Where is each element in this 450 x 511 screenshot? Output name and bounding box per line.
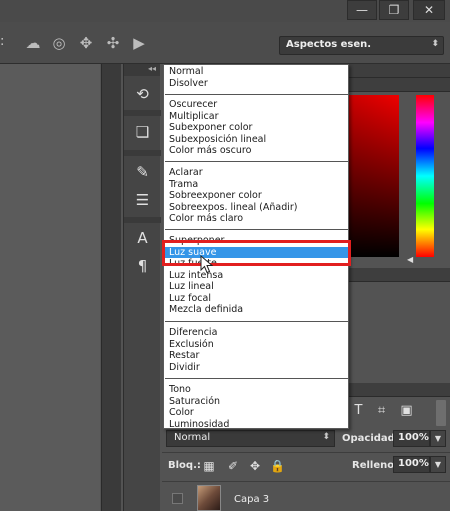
type-filter-icon[interactable]: T — [351, 403, 366, 418]
blend-option-sobreexpos-lineal[interactable]: Sobreexpos. lineal (Añadir) — [165, 202, 348, 214]
options-colon: : — [0, 34, 5, 49]
blend-option-sobreexponer-color[interactable]: Sobreexponer color — [165, 190, 348, 202]
blend-option-subexponer-color[interactable]: Subexponer color — [165, 122, 348, 134]
layers-panel-header — [348, 383, 450, 397]
lock-transparency-icon[interactable]: ▦ — [202, 459, 216, 473]
menu-separator — [165, 321, 348, 322]
fill-dropdown-button[interactable]: ▼ — [430, 456, 446, 473]
menu-separator — [165, 94, 348, 95]
fill-input[interactable]: 100% — [393, 456, 430, 473]
opacity-label: Opacidad: — [342, 433, 399, 444]
blend-option-diferencia[interactable]: Diferencia — [165, 327, 348, 339]
blend-option-restar[interactable]: Restar — [165, 350, 348, 362]
dock-separator — [124, 110, 161, 116]
opacity-dropdown-button[interactable]: ▼ — [430, 430, 446, 447]
canvas-area — [0, 64, 100, 511]
lock-all-icon[interactable]: 🔒 — [270, 459, 285, 473]
blend-option-color[interactable]: Color — [165, 407, 348, 419]
layer-thumbnail — [197, 485, 221, 511]
blend-option-luminosidad[interactable]: Luminosidad — [165, 419, 348, 431]
brush-presets-icon[interactable]: ✎ — [129, 160, 156, 184]
filter-toggle[interactable] — [436, 400, 446, 426]
hue-slider-arrow-icon[interactable]: ◀ — [407, 255, 413, 264]
history-icon[interactable]: ⟲ — [129, 82, 156, 106]
blend-option-color-mas-claro[interactable]: Color más claro — [165, 213, 348, 225]
shape-filter-icon[interactable]: ⌗ — [374, 403, 389, 418]
blend-option-mezcla-definida[interactable]: Mezcla definida — [165, 304, 348, 316]
blend-mode-value: Normal — [174, 432, 211, 443]
blend-option-saturacion[interactable]: Saturación — [165, 396, 348, 408]
minimize-button[interactable]: — — [347, 0, 377, 20]
blend-option-dividir[interactable]: Dividir — [165, 362, 348, 374]
collapse-arrows-icon[interactable]: ◂◂ — [124, 64, 160, 76]
swatches-panel-header — [348, 268, 450, 282]
menu-separator — [165, 161, 348, 162]
adjustments-icon[interactable]: ☰ — [129, 188, 156, 212]
blend-option-subexposicion-lineal[interactable]: Subexposición lineal — [165, 134, 348, 146]
character-icon[interactable]: A — [129, 226, 156, 250]
panel-top-bar — [348, 64, 450, 78]
options-bar: : ☁ ◎ ✥ ✣ ▶ Aspectos esen. ⬍ — [0, 22, 450, 64]
dock-separator — [124, 150, 161, 156]
dock-separator — [124, 217, 161, 223]
color-picker-field[interactable] — [349, 95, 399, 257]
lock-position-icon[interactable]: ✥ — [248, 459, 262, 473]
blend-option-luz-lineal[interactable]: Luz lineal — [165, 281, 348, 293]
blend-option-luz-intensa[interactable]: Luz intensa — [165, 270, 348, 282]
camera-icon[interactable]: ▶ — [130, 34, 148, 52]
chevron-updown-icon: ⬍ — [431, 39, 439, 49]
workspace-label: Aspectos esen. — [286, 39, 372, 50]
blend-option-aclarar[interactable]: Aclarar — [165, 167, 348, 179]
adjustments-panel — [348, 282, 450, 382]
mouse-cursor-icon — [200, 255, 214, 274]
highlight-frame — [162, 240, 351, 266]
cloud-icon[interactable]: ☁ — [24, 34, 42, 52]
layer-filter-icons: T ⌗ ▣ — [348, 398, 450, 424]
blend-option-tono[interactable]: Tono — [165, 384, 348, 396]
blend-option-oscurecer[interactable]: Oscurecer — [165, 99, 348, 111]
layer-row[interactable]: Capa 3 — [162, 481, 450, 511]
smart-object-filter-icon[interactable]: ▣ — [399, 403, 414, 418]
blend-option-color-mas-oscuro[interactable]: Color más oscuro — [165, 145, 348, 157]
workspace-select[interactable]: Aspectos esen. ⬍ — [279, 36, 444, 55]
3d-icon[interactable]: ❏ — [129, 120, 156, 144]
document-edge — [101, 64, 121, 511]
opacity-input[interactable]: 100% — [393, 430, 430, 447]
target-icon[interactable]: ◎ — [50, 34, 68, 52]
move-cross-icon[interactable]: ✣ — [104, 34, 122, 52]
blend-option-normal[interactable]: Normal — [165, 66, 348, 78]
blend-mode-select[interactable]: Normal ⬍ — [166, 430, 335, 447]
blend-option-luz-focal[interactable]: Luz focal — [165, 293, 348, 305]
menu-separator — [165, 229, 348, 230]
layer-name: Capa 3 — [234, 494, 270, 505]
blend-option-disolver[interactable]: Disolver — [165, 78, 348, 90]
lock-label: Bloq.: — [168, 460, 201, 471]
blend-option-exclusion[interactable]: Exclusión — [165, 339, 348, 351]
paragraph-icon[interactable]: ¶ — [129, 254, 156, 278]
blend-option-multiplicar[interactable]: Multiplicar — [165, 111, 348, 123]
lock-pixels-icon[interactable]: ✐ — [226, 459, 240, 473]
collapsed-panel-dock: ◂◂ ⟲ ❏ ✎ ☰ A ¶ — [123, 64, 161, 511]
restore-button[interactable]: ❐ — [379, 0, 409, 20]
color-panel-header — [348, 78, 450, 92]
move-icon[interactable]: ✥ — [77, 34, 95, 52]
layer-visibility-toggle[interactable] — [172, 493, 183, 504]
hue-slider[interactable] — [416, 95, 434, 257]
blend-option-trama[interactable]: Trama — [165, 179, 348, 191]
menu-separator — [165, 378, 348, 379]
close-button[interactable]: ✕ — [413, 0, 445, 20]
fill-label: Relleno: — [352, 460, 399, 471]
chevron-updown-icon: ⬍ — [322, 432, 330, 442]
